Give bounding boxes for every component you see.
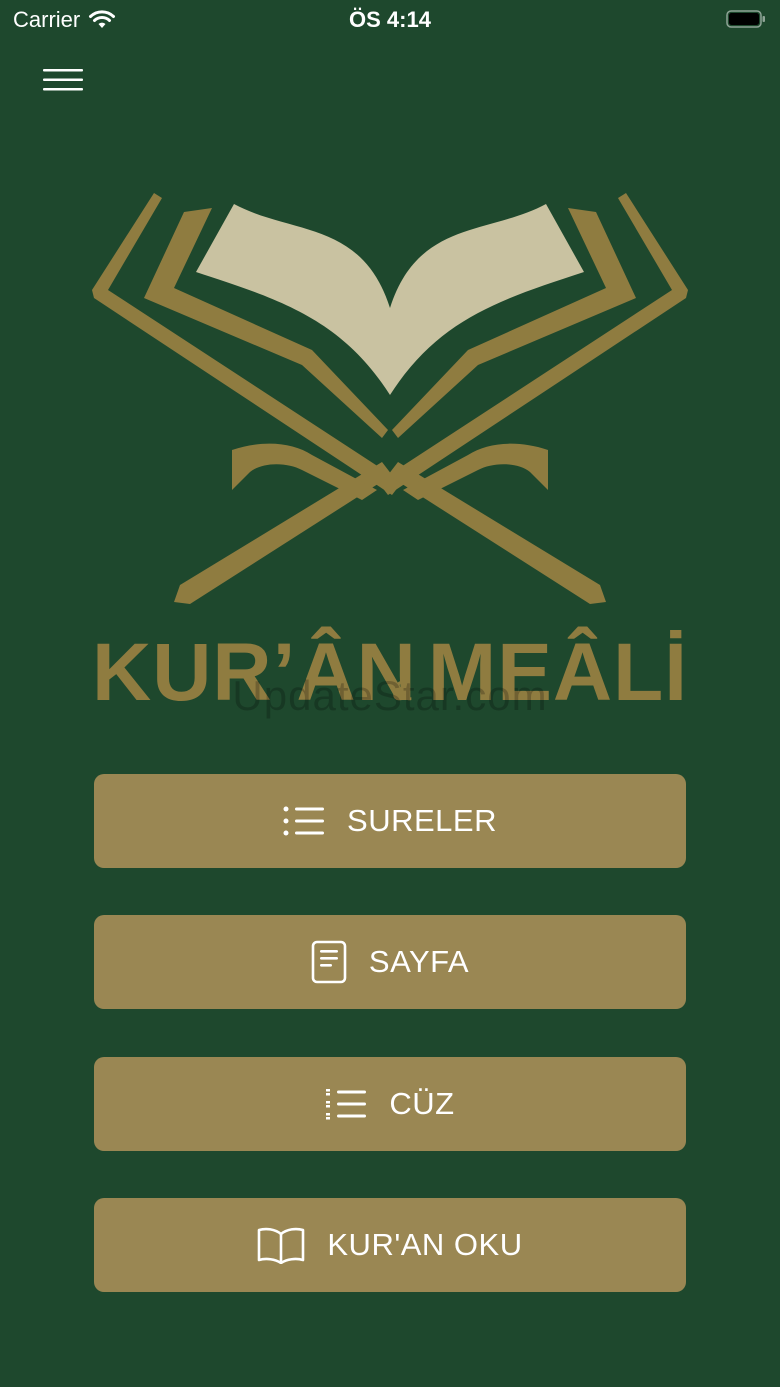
status-time: ÖS 4:14 bbox=[349, 7, 431, 32]
sureler-label: SURELER bbox=[347, 803, 497, 838]
watermark-text: UpdateStar.com bbox=[232, 672, 548, 719]
logo-left-page bbox=[196, 204, 390, 395]
kuran-oku-button[interactable]: KUR'AN OKU bbox=[94, 1198, 686, 1292]
list-icon bbox=[283, 804, 325, 838]
sayfa-button[interactable]: SAYFA bbox=[94, 915, 686, 1009]
sureler-button[interactable]: SURELER bbox=[94, 774, 686, 868]
sayfa-label: SAYFA bbox=[368, 944, 470, 979]
battery-icon bbox=[726, 10, 765, 28]
status-bar: Carrier ÖS 4:14 bbox=[0, 0, 780, 40]
kuran-oku-label: KUR'AN OKU bbox=[327, 1227, 523, 1262]
cuz-label: CÜZ bbox=[389, 1086, 455, 1121]
logo-right-page bbox=[390, 204, 584, 395]
quran-stand-logo bbox=[92, 193, 688, 604]
document-icon bbox=[311, 940, 347, 984]
hamburger-icon bbox=[43, 69, 83, 91]
list-dashed-icon bbox=[325, 1087, 367, 1121]
hamburger-menu-button[interactable] bbox=[36, 62, 90, 98]
open-book-icon bbox=[257, 1226, 305, 1264]
cuz-button[interactable]: CÜZ bbox=[94, 1057, 686, 1151]
